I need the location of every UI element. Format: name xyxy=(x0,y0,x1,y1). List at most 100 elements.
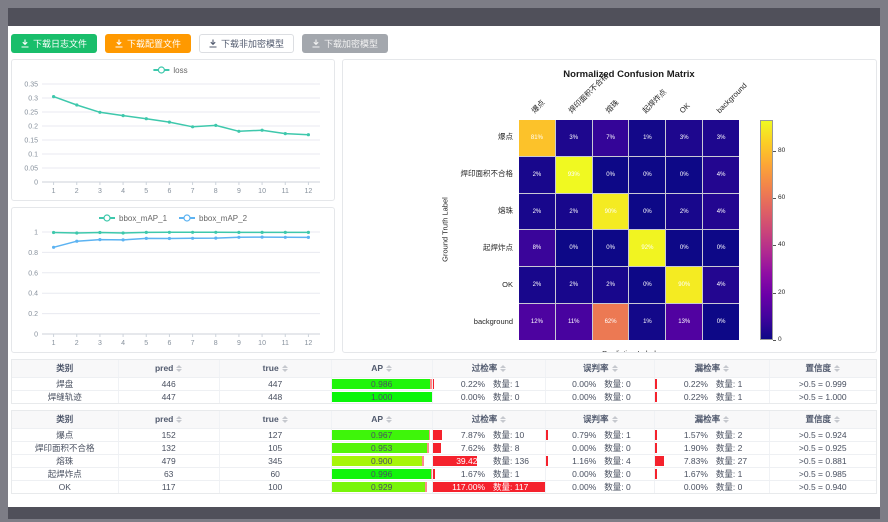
svg-text:12: 12 xyxy=(305,340,313,347)
sort-icon[interactable] xyxy=(612,365,618,372)
download-log-button[interactable]: 下载日志文件 xyxy=(11,34,97,53)
table-row: 焊缝轨迹4474481.0000.00%数量: 00.00%数量: 00.22%… xyxy=(12,390,876,403)
cm-cell: 3% xyxy=(666,120,702,156)
cell-overdetect: 117.00%数量: 117 xyxy=(433,481,546,493)
cell-pred: 446 xyxy=(119,378,220,390)
sort-icon[interactable] xyxy=(500,416,506,423)
col-header-4[interactable]: 过检率 xyxy=(433,360,546,377)
legend-item-bbox_mAP_1[interactable]: bbox_mAP_1 xyxy=(99,214,168,223)
sort-icon[interactable] xyxy=(834,365,840,372)
legend-item-loss[interactable]: loss xyxy=(153,66,187,75)
cm-cell: 0% xyxy=(703,230,739,266)
cm-cell: 4% xyxy=(703,194,739,230)
svg-text:4: 4 xyxy=(121,188,125,195)
window-bottom-bar xyxy=(8,507,880,519)
cm-row-label: 焊印面积不合格 xyxy=(343,169,513,179)
cell-class: 起焊炸点 xyxy=(12,468,119,480)
col-header-6[interactable]: 漏检率 xyxy=(655,360,769,377)
colorbar-tick: 80 xyxy=(778,147,785,155)
cm-cell: 0% xyxy=(593,230,629,266)
svg-text:6: 6 xyxy=(167,340,171,347)
download-config-button[interactable]: 下载配置文件 xyxy=(105,34,191,53)
ap-remainder xyxy=(429,430,431,440)
cm-row-label: 熔珠 xyxy=(343,206,513,216)
cell-true: 127 xyxy=(220,429,332,441)
confusion-matrix-card: Normalized Confusion Matrix Ground Truth… xyxy=(342,59,877,353)
col-header-3[interactable]: AP xyxy=(332,360,433,377)
cm-row-label: 爆点 xyxy=(343,132,513,142)
ap-remainder xyxy=(425,482,427,492)
table-header-row: 类别predtrueAP过检率误判率漏检率置信度 xyxy=(12,411,876,428)
sort-icon[interactable] xyxy=(386,365,392,372)
svg-text:0.25: 0.25 xyxy=(24,110,38,117)
sort-icon[interactable] xyxy=(723,416,729,423)
sort-icon[interactable] xyxy=(386,416,392,423)
cell-confidence: >0.5 = 1.000 xyxy=(770,391,876,403)
cell-missrate: 7.83%数量: 27 xyxy=(655,455,769,467)
col-header-2[interactable]: true xyxy=(220,411,332,428)
cell-confidence: >0.5 = 0.999 xyxy=(770,378,876,390)
svg-text:1: 1 xyxy=(52,340,56,347)
download-plain-model-button[interactable]: 下载非加密模型 xyxy=(199,34,294,53)
cell-confidence: >0.5 = 0.924 xyxy=(770,429,876,441)
cm-col-label: 爆点 xyxy=(530,98,547,115)
cell-true: 100 xyxy=(220,481,332,493)
legend-item-bbox_mAP_2[interactable]: bbox_mAP_2 xyxy=(179,214,248,223)
colorbar-tick: 60 xyxy=(778,194,785,202)
cm-cell: 4% xyxy=(703,157,739,193)
cell-misjudge: 0.00%数量: 0 xyxy=(546,391,655,403)
col-header-2[interactable]: true xyxy=(220,360,332,377)
svg-text:0.2: 0.2 xyxy=(28,124,38,131)
button-label: 下载日志文件 xyxy=(33,37,87,50)
col-header-4[interactable]: 过检率 xyxy=(433,411,546,428)
cell-misjudge: 1.16%数量: 4 xyxy=(546,455,655,467)
svg-text:2: 2 xyxy=(75,340,79,347)
button-label: 下载加密模型 xyxy=(324,37,378,50)
cell-confidence: >0.5 = 0.881 xyxy=(770,455,876,467)
col-header-6[interactable]: 漏检率 xyxy=(655,411,769,428)
cell-class: 爆点 xyxy=(12,429,119,441)
col-header-7[interactable]: 置信度 xyxy=(770,411,876,428)
cell-missrate: 1.57%数量: 2 xyxy=(655,429,769,441)
sort-icon[interactable] xyxy=(834,416,840,423)
sort-icon[interactable] xyxy=(500,365,506,372)
sort-icon[interactable] xyxy=(176,365,182,372)
col-header-1[interactable]: pred xyxy=(119,360,220,377)
cm-cell: 81% xyxy=(519,120,555,156)
cell-pred: 63 xyxy=(119,468,220,480)
download-buttons-row: 下载日志文件 下载配置文件 下载非加密模型 下载加密模型 xyxy=(8,26,880,59)
col-header-3[interactable]: AP xyxy=(332,411,433,428)
svg-text:0.3: 0.3 xyxy=(28,96,38,103)
cm-cell: 0% xyxy=(666,230,702,266)
sort-icon[interactable] xyxy=(723,365,729,372)
svg-text:3: 3 xyxy=(98,188,102,195)
sort-icon[interactable] xyxy=(282,365,288,372)
cell-pred: 132 xyxy=(119,442,220,454)
dashboard-page: 下载日志文件 下载配置文件 下载非加密模型 下载加密模型 00.050.10.1… xyxy=(8,26,880,507)
col-header-1[interactable]: pred xyxy=(119,411,220,428)
cell-true: 105 xyxy=(220,442,332,454)
cm-cell: 2% xyxy=(519,157,555,193)
cell-misjudge: 0.79%数量: 1 xyxy=(546,429,655,441)
download-encrypted-model-button[interactable]: 下载加密模型 xyxy=(302,34,388,53)
cm-cell: 0% xyxy=(666,157,702,193)
svg-text:0.15: 0.15 xyxy=(24,138,38,145)
download-icon xyxy=(312,39,320,48)
cm-cell: 0% xyxy=(703,304,739,340)
sort-icon[interactable] xyxy=(282,416,288,423)
cm-cell: 2% xyxy=(519,194,555,230)
col-header-7[interactable]: 置信度 xyxy=(770,360,876,377)
cell-ap: 1.000 xyxy=(332,391,433,403)
confusion-matrix-heatmap: 81%3%7%1%3%3%2%93%0%0%0%4%2%2%90%0%2%4%8… xyxy=(519,120,739,340)
svg-text:9: 9 xyxy=(237,340,241,347)
col-header-5[interactable]: 误判率 xyxy=(546,360,655,377)
sort-icon[interactable] xyxy=(176,416,182,423)
cell-pred: 152 xyxy=(119,429,220,441)
sort-icon[interactable] xyxy=(612,416,618,423)
confusion-matrix-title: Normalized Confusion Matrix xyxy=(519,69,739,80)
cell-pred: 447 xyxy=(119,391,220,403)
cell-confidence: >0.5 = 0.940 xyxy=(770,481,876,493)
cm-cell: 90% xyxy=(666,267,702,303)
col-header-5[interactable]: 误判率 xyxy=(546,411,655,428)
cm-cell: 3% xyxy=(556,120,592,156)
